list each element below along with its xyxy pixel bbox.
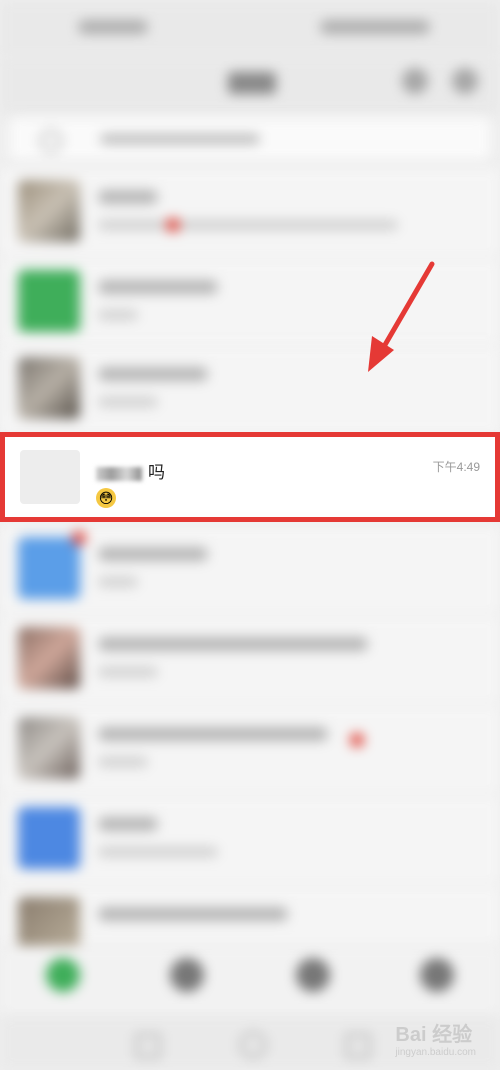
avatar <box>18 270 80 332</box>
unread-badge <box>166 218 180 232</box>
avatar <box>18 180 80 242</box>
status-time <box>78 20 148 34</box>
chat-name <box>98 727 328 741</box>
home-icon[interactable] <box>240 1032 266 1058</box>
avatar <box>18 537 80 599</box>
add-icon[interactable] <box>452 68 478 94</box>
chat-name-text: 吗 <box>148 463 166 482</box>
chat-name <box>98 907 288 921</box>
chat-preview <box>98 847 218 857</box>
chat-name <box>98 280 218 294</box>
search-placeholder <box>100 134 260 144</box>
chat-name <box>98 367 208 381</box>
chat-row-selected[interactable]: 吗 下午4:49 😳 <box>0 432 500 522</box>
chat-time: 下午4:49 <box>432 460 480 474</box>
chats-tab-icon[interactable] <box>46 958 80 992</box>
chat-row[interactable] <box>0 705 500 795</box>
chat-row[interactable] <box>0 168 500 258</box>
page-title <box>228 72 276 94</box>
unread-badge <box>350 733 364 747</box>
chat-row[interactable] <box>0 525 500 615</box>
chat-row[interactable] <box>0 615 500 705</box>
chat-preview <box>98 667 158 677</box>
chat-name <box>98 547 208 561</box>
chat-name: 吗 <box>96 458 166 483</box>
avatar <box>20 450 80 504</box>
avatar <box>18 627 80 689</box>
chat-preview <box>98 220 398 230</box>
nav-bar <box>0 56 500 114</box>
chat-preview <box>98 757 148 767</box>
contacts-tab-icon[interactable] <box>170 958 204 992</box>
chat-name <box>98 817 158 831</box>
discover-tab-icon[interactable] <box>296 958 330 992</box>
recents-icon[interactable] <box>346 1034 370 1058</box>
chat-preview <box>98 397 158 407</box>
chat-row[interactable] <box>0 795 500 885</box>
watermark: Bai 经验 jingyan.baidu.com <box>395 1018 476 1058</box>
chat-preview <box>98 577 138 587</box>
chat-preview <box>98 310 138 320</box>
chat-name <box>98 637 368 651</box>
tab-bar <box>0 946 500 1016</box>
search-input[interactable] <box>10 118 490 160</box>
back-icon[interactable] <box>136 1034 160 1058</box>
search-icon[interactable] <box>402 68 428 94</box>
watermark-url: jingyan.baidu.com <box>395 1047 476 1058</box>
avatar <box>18 807 80 869</box>
redacted-name <box>96 466 142 481</box>
flushed-emoji-icon: 😳 <box>96 488 116 508</box>
status-indicators <box>320 20 430 34</box>
me-tab-icon[interactable] <box>420 958 454 992</box>
watermark-brand: Bai 经验 <box>395 1024 473 1046</box>
status-bar <box>0 0 500 56</box>
avatar <box>18 717 80 779</box>
avatar <box>18 357 80 419</box>
arrow-annotation-icon <box>368 261 435 372</box>
chat-name <box>98 190 158 204</box>
unread-badge <box>72 531 86 545</box>
search-icon <box>40 130 62 152</box>
chat-row[interactable] <box>0 885 500 959</box>
